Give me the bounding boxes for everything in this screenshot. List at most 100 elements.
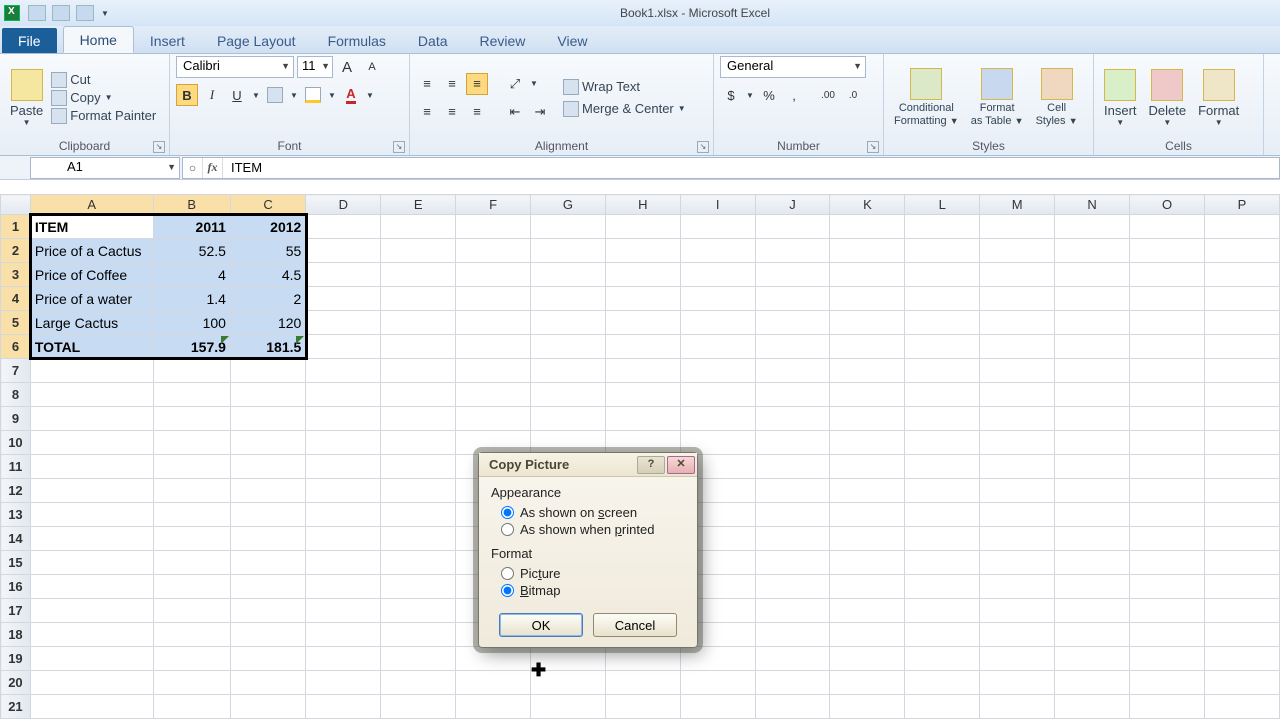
cell[interactable] xyxy=(530,263,605,287)
cell[interactable] xyxy=(530,671,605,695)
cell[interactable] xyxy=(1130,551,1205,575)
delete-cells-button[interactable]: Delete▼ xyxy=(1145,67,1191,129)
cell[interactable] xyxy=(30,671,153,695)
cell[interactable] xyxy=(830,335,905,359)
grow-font-button[interactable]: A xyxy=(336,56,358,78)
cell[interactable] xyxy=(980,503,1055,527)
cell[interactable] xyxy=(1055,527,1130,551)
orientation-button[interactable]: ⤢ xyxy=(504,73,526,95)
cell[interactable] xyxy=(456,431,531,455)
cell[interactable] xyxy=(530,311,605,335)
cell[interactable] xyxy=(755,503,830,527)
cell[interactable] xyxy=(381,215,456,239)
cell[interactable] xyxy=(830,311,905,335)
cell[interactable] xyxy=(680,263,755,287)
tab-file[interactable]: File xyxy=(2,28,57,53)
cell[interactable]: Price of a water xyxy=(30,287,153,311)
cell[interactable] xyxy=(1204,551,1279,575)
cell[interactable] xyxy=(230,383,305,407)
cell[interactable] xyxy=(456,335,531,359)
cell[interactable] xyxy=(755,599,830,623)
row-header[interactable]: 17 xyxy=(1,599,31,623)
column-header[interactable]: H xyxy=(605,195,680,215)
cell[interactable] xyxy=(605,695,680,719)
cell[interactable] xyxy=(605,407,680,431)
cell[interactable] xyxy=(830,407,905,431)
bold-button[interactable]: B xyxy=(176,84,198,106)
cell[interactable]: Price of a Cactus xyxy=(30,239,153,263)
clipboard-launcher-icon[interactable]: ↘ xyxy=(153,141,165,153)
cell[interactable] xyxy=(605,647,680,671)
cell[interactable] xyxy=(1204,599,1279,623)
cell[interactable] xyxy=(1204,503,1279,527)
column-header[interactable]: L xyxy=(905,195,980,215)
cell[interactable] xyxy=(680,311,755,335)
select-all-corner[interactable] xyxy=(1,195,31,215)
row-header[interactable]: 9 xyxy=(1,407,31,431)
cell[interactable] xyxy=(1204,383,1279,407)
cell[interactable] xyxy=(1204,695,1279,719)
cell[interactable] xyxy=(980,575,1055,599)
fill-dropdown-icon[interactable]: ▼ xyxy=(327,91,337,100)
cell[interactable] xyxy=(530,359,605,383)
cell[interactable] xyxy=(905,311,980,335)
cell[interactable] xyxy=(1055,383,1130,407)
cell[interactable] xyxy=(230,359,305,383)
cell[interactable] xyxy=(1055,479,1130,503)
cell[interactable] xyxy=(1055,455,1130,479)
cell[interactable] xyxy=(830,455,905,479)
cell[interactable] xyxy=(905,575,980,599)
cell[interactable] xyxy=(605,287,680,311)
cell[interactable] xyxy=(680,287,755,311)
cell[interactable] xyxy=(381,527,456,551)
cell[interactable] xyxy=(1204,239,1279,263)
cell[interactable] xyxy=(30,503,153,527)
tab-page-layout[interactable]: Page Layout xyxy=(201,28,312,53)
cell[interactable] xyxy=(905,431,980,455)
cell[interactable] xyxy=(905,479,980,503)
cell[interactable] xyxy=(456,671,531,695)
cell[interactable]: TOTAL xyxy=(30,335,153,359)
cell[interactable] xyxy=(980,623,1055,647)
cell[interactable]: Price of Coffee xyxy=(30,263,153,287)
cell[interactable] xyxy=(381,647,456,671)
row-header[interactable]: 20 xyxy=(1,671,31,695)
column-header[interactable]: D xyxy=(306,195,381,215)
cell[interactable] xyxy=(830,575,905,599)
cell[interactable] xyxy=(680,215,755,239)
cell[interactable] xyxy=(980,287,1055,311)
column-header[interactable]: F xyxy=(456,195,531,215)
cell[interactable] xyxy=(381,335,456,359)
row-header[interactable]: 14 xyxy=(1,527,31,551)
copy-button[interactable]: Copy▼ xyxy=(51,90,156,106)
cell[interactable] xyxy=(530,407,605,431)
row-header[interactable]: 11 xyxy=(1,455,31,479)
cell[interactable] xyxy=(980,383,1055,407)
cell[interactable] xyxy=(755,479,830,503)
row-header[interactable]: 2 xyxy=(1,239,31,263)
format-as-table-button[interactable]: Formatas Table ▼ xyxy=(967,66,1028,128)
cell[interactable] xyxy=(605,335,680,359)
cell[interactable] xyxy=(1055,359,1130,383)
cell[interactable] xyxy=(830,239,905,263)
cell[interactable] xyxy=(1204,623,1279,647)
cell[interactable] xyxy=(153,431,230,455)
row-header[interactable]: 12 xyxy=(1,479,31,503)
cell[interactable] xyxy=(1055,647,1130,671)
cell[interactable] xyxy=(755,383,830,407)
cell[interactable] xyxy=(905,599,980,623)
cell[interactable] xyxy=(30,527,153,551)
cell[interactable] xyxy=(1130,455,1205,479)
cell[interactable] xyxy=(830,287,905,311)
cell[interactable] xyxy=(30,575,153,599)
cell[interactable] xyxy=(755,407,830,431)
tab-home[interactable]: Home xyxy=(63,26,134,53)
cell[interactable] xyxy=(605,671,680,695)
cell[interactable]: Large Cactus xyxy=(30,311,153,335)
cell[interactable] xyxy=(1055,575,1130,599)
cell[interactable] xyxy=(230,551,305,575)
align-top-button[interactable]: ≡ xyxy=(416,73,438,95)
qat-undo-icon[interactable] xyxy=(52,5,70,21)
cell[interactable] xyxy=(306,599,381,623)
cell[interactable]: 4 xyxy=(153,263,230,287)
